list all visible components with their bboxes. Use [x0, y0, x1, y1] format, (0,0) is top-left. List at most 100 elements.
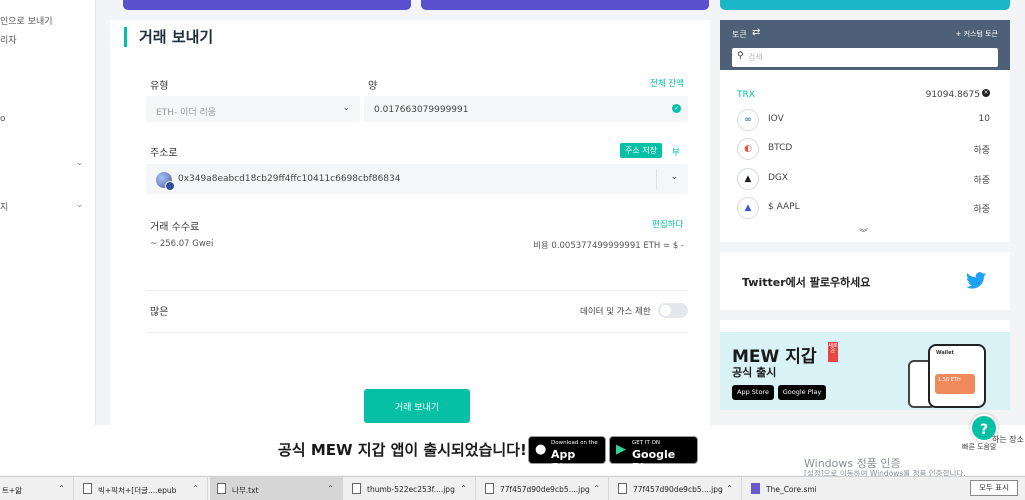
top-accent-bar — [421, 0, 709, 10]
data-gas-toggle[interactable] — [658, 303, 688, 318]
amount-value: 0.017663079999991 — [374, 105, 469, 115]
custom-token-button[interactable]: + 커스텀 토큰 — [955, 29, 998, 39]
media-file-icon — [751, 483, 760, 494]
image-file-icon — [352, 483, 361, 494]
type-label: 유형 — [150, 81, 169, 92]
download-item[interactable]: thumb-522ec253f....jpg ⌃ — [345, 477, 476, 500]
google-play-icon: ▶ — [616, 442, 626, 457]
address-book-link[interactable]: 부 — [672, 146, 680, 158]
download-item-label: 나무.txt — [232, 486, 259, 495]
amount-label: 양 — [368, 81, 378, 92]
google-play-small-text: GET IT ON — [632, 440, 661, 446]
sidebar-item-misc[interactable]: 지 — [0, 200, 8, 213]
download-item-label: The_Core.smi — [766, 485, 817, 494]
left-sidebar: 인으로 보내기 리자 o ⌄ 지 ⌄ — [0, 0, 96, 425]
token-value: 10 — [978, 114, 990, 124]
amount-input[interactable]: 0.017663079999991 ✓ — [364, 96, 688, 122]
download-item-label: 빅+픽처+[더글....epub — [98, 486, 177, 495]
apple-icon: ● — [535, 442, 547, 457]
token-name: BTCD — [768, 143, 793, 153]
double-chevron-down-icon[interactable]: ︾ — [859, 226, 868, 239]
token-name: $ AAPL — [768, 202, 800, 212]
entire-balance-link[interactable]: 전체 잔액 — [650, 77, 684, 89]
token-search-box[interactable]: ⚲ — [732, 48, 998, 67]
chevron-down-icon: ⌄ — [342, 103, 350, 113]
download-item[interactable]: 빅+픽처+[더글....epub ⌃ — [76, 477, 208, 500]
twitter-bird-icon — [966, 272, 986, 289]
search-icon: ⚲ — [737, 51, 744, 61]
fee-label: 거래 수수료 — [150, 222, 200, 233]
token-search-input[interactable] — [748, 51, 988, 64]
download-item[interactable]: 나무.txt ⌃ — [210, 477, 343, 500]
top-accent-bar — [123, 0, 411, 10]
fee-cost-text: 비용 0.005377499999991 ETH = $ - — [533, 241, 684, 251]
download-item[interactable]: 77f457d90de9cb5....jpg ⌃ — [611, 477, 742, 500]
chevron-down-icon[interactable]: ⌄ — [76, 158, 84, 168]
tokens-panel: 토큰 ⇄ + 커스텀 토큰 ⚲ TRX 91094.8675 × ∞ IOV 1… — [720, 20, 1010, 242]
file-icon — [83, 483, 92, 494]
remove-token-icon[interactable]: × — [982, 89, 990, 97]
dgx-token-icon: ▲ — [737, 168, 759, 190]
currency-select-value: ETH- 이더 리움 — [156, 108, 217, 118]
address-input[interactable]: 0x349a8eabcd18cb29ff4ffc10411c6698cbf868… — [146, 164, 688, 194]
edit-fee-link[interactable]: 편집하다 — [652, 218, 683, 230]
send-transaction-button[interactable]: 거래 보내기 — [364, 389, 470, 423]
advanced-label: 많은 — [150, 307, 169, 318]
twitter-follow-card[interactable]: Twitter에서 팔로우하세요 — [720, 252, 1010, 310]
app-store-small-text: Download on the — [551, 440, 598, 446]
address-identicon-icon — [156, 172, 175, 191]
token-name: TRX — [737, 90, 755, 100]
token-row: ▲ $ AAPL 하중 — [720, 194, 1010, 222]
chevron-up-icon[interactable]: ⌃ — [726, 484, 733, 493]
token-value[interactable]: 하중 — [973, 202, 990, 215]
show-all-button[interactable]: 모두 표시 — [970, 480, 1018, 496]
sidebar-item-send-offline[interactable]: 인으로 보내기 — [0, 14, 53, 27]
app-store-button[interactable]: ● Download on the App Store — [528, 436, 606, 474]
top-accent-bar — [720, 0, 1010, 10]
file-icon — [217, 483, 226, 494]
chevron-down-icon[interactable]: ⌄ — [670, 172, 678, 182]
download-item-label: 77f457d90de9cb5....jpg — [500, 485, 590, 494]
divider — [146, 332, 688, 333]
phone-balance-card: 1.56 ETH — [935, 374, 975, 394]
token-value[interactable]: 하중 — [973, 173, 990, 186]
app-store-button[interactable]: App Store — [732, 385, 774, 400]
send-transaction-panel: 거래 보내기 유형 양 전체 잔액 ETH- 이더 리움 ⌄ 0.0176630… — [110, 20, 710, 425]
sidebar-item-dapp[interactable]: o — [0, 114, 6, 124]
twitter-follow-text: Twitter에서 팔로우하세요 — [742, 276, 871, 289]
google-play-button[interactable]: ▶ GET IT ON Google Play — [609, 436, 698, 474]
image-file-icon — [618, 483, 627, 494]
phone-illustration: Wallet 1.56 ETH — [928, 344, 986, 408]
chevron-up-icon[interactable]: ⌃ — [460, 484, 467, 493]
chevron-up-icon[interactable]: ⌃ — [58, 484, 65, 493]
download-item-label: thumb-522ec253f....jpg — [367, 485, 455, 494]
chevron-up-icon[interactable]: ⌃ — [327, 484, 334, 493]
swap-arrows-icon[interactable]: ⇄ — [752, 27, 760, 38]
new-badge: 새로운 — [828, 342, 838, 362]
mew-wallet-promo[interactable]: MEW 지갑 새로운 공식 출시 App Store Google Play W… — [720, 320, 1010, 410]
save-address-button[interactable]: 주소 저장 — [620, 143, 662, 158]
download-item[interactable]: The_Core.smi — [744, 477, 864, 500]
divider — [146, 290, 688, 291]
tokens-title: 토큰 — [732, 30, 747, 39]
token-value[interactable]: 하중 — [973, 143, 990, 156]
download-item[interactable]: 77f457d90de9cb5....jpg ⌃ — [478, 477, 609, 500]
chevron-up-icon[interactable]: ⌃ — [593, 484, 600, 493]
google-play-button[interactable]: Google Play — [778, 385, 826, 400]
promo-subtitle: 공식 출시 — [732, 366, 777, 379]
sidebar-item-manager[interactable]: 리자 — [0, 33, 17, 46]
download-item[interactable]: 트+앎 ⌃ — [0, 477, 74, 500]
address-label: 주소로 — [150, 148, 178, 159]
token-row: ▲ DGX 하중 — [720, 165, 1010, 193]
app-store-text: App Store — [551, 448, 585, 474]
currency-select[interactable]: ETH- 이더 리움 ⌄ — [146, 96, 360, 122]
image-file-icon — [485, 483, 494, 494]
gas-price-text: ~ 256.07 Gwei — [150, 239, 214, 249]
data-gas-label: 데이터 및 가스 제한 — [580, 307, 651, 317]
google-play-text: Google Play — [632, 448, 676, 474]
token-name: DGX — [768, 173, 789, 183]
chevron-up-icon[interactable]: ⌃ — [192, 484, 199, 493]
download-item-label: 77f457d90de9cb5....jpg — [633, 485, 723, 494]
token-name: IOV — [768, 114, 784, 124]
chevron-down-icon[interactable]: ⌄ — [76, 200, 84, 210]
